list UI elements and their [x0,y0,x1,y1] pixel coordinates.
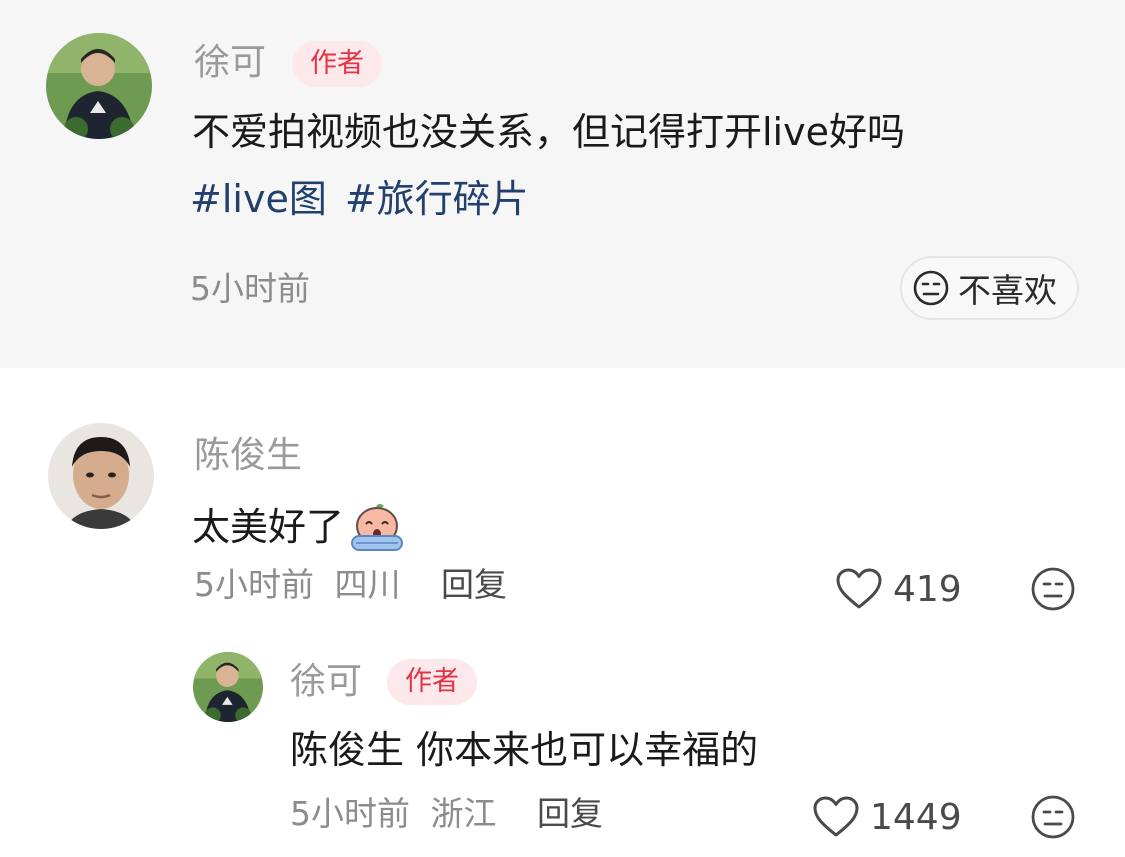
like-button[interactable]: 419 [835,564,962,614]
author-badge: 作者 [292,41,382,87]
author-name[interactable]: 徐可 [194,45,266,81]
reply-button[interactable]: 回复 [537,794,603,833]
hashtag-travel[interactable]: #旅行碎片 [345,177,529,221]
post-time: 5小时前 [190,269,310,308]
author-badge: 作者 [387,659,477,705]
author-post: 徐可 作者 不爱拍视频也没关系，但记得打开live好吗 #live图 #旅行碎片 … [0,0,1125,368]
comment-text-content: 太美好了 [192,505,345,550]
commenter-name[interactable]: 陈俊生 [194,438,302,474]
neutral-face-icon [1031,795,1075,839]
avatar-photo-icon [193,652,263,722]
reply-location: 浙江 [430,794,497,833]
neutral-face-icon [913,270,949,306]
like-count: 1449 [870,796,962,838]
comment-time: 5小时前 [194,565,314,604]
avatar-photo-icon [48,423,154,529]
replier-name[interactable]: 徐可 [290,664,362,700]
reply-time: 5小时前 [290,794,410,833]
comment-page: 徐可 作者 不爱拍视频也没关系，但记得打开live好吗 #live图 #旅行碎片 … [0,0,1125,857]
avatar-photo-icon [46,33,152,139]
comment-text: 太美好了 [192,502,408,554]
reply-button[interactable]: 回复 [441,565,507,604]
reply-meta: 5小时前 浙江 回复 [290,797,603,830]
replier-avatar[interactable] [193,652,263,722]
hashtag-live[interactable]: #live图 [190,177,327,221]
author-avatar[interactable] [46,33,152,139]
dislike-comment-button[interactable] [1030,566,1076,616]
post-text: 不爱拍视频也没关系，但记得打开live好吗 [192,110,905,154]
dislike-button[interactable]: 不喜欢 [900,256,1079,320]
dislike-reply-button[interactable] [1030,794,1076,844]
hashtag-list: #live图 #旅行碎片 [190,177,547,223]
dislike-label: 不喜欢 [958,271,1057,310]
neutral-face-icon [1031,567,1075,611]
like-count: 419 [893,568,962,610]
crying-face-emoji-icon [351,504,404,551]
heart-icon [813,796,859,837]
like-button[interactable]: 1449 [812,792,962,842]
comment-location: 四川 [334,565,401,604]
commenter-avatar[interactable] [48,423,154,529]
comment-meta: 5小时前 四川 回复 [194,568,507,601]
reply-text: 陈俊生 你本来也可以幸福的 [290,728,759,772]
heart-icon [836,568,882,609]
